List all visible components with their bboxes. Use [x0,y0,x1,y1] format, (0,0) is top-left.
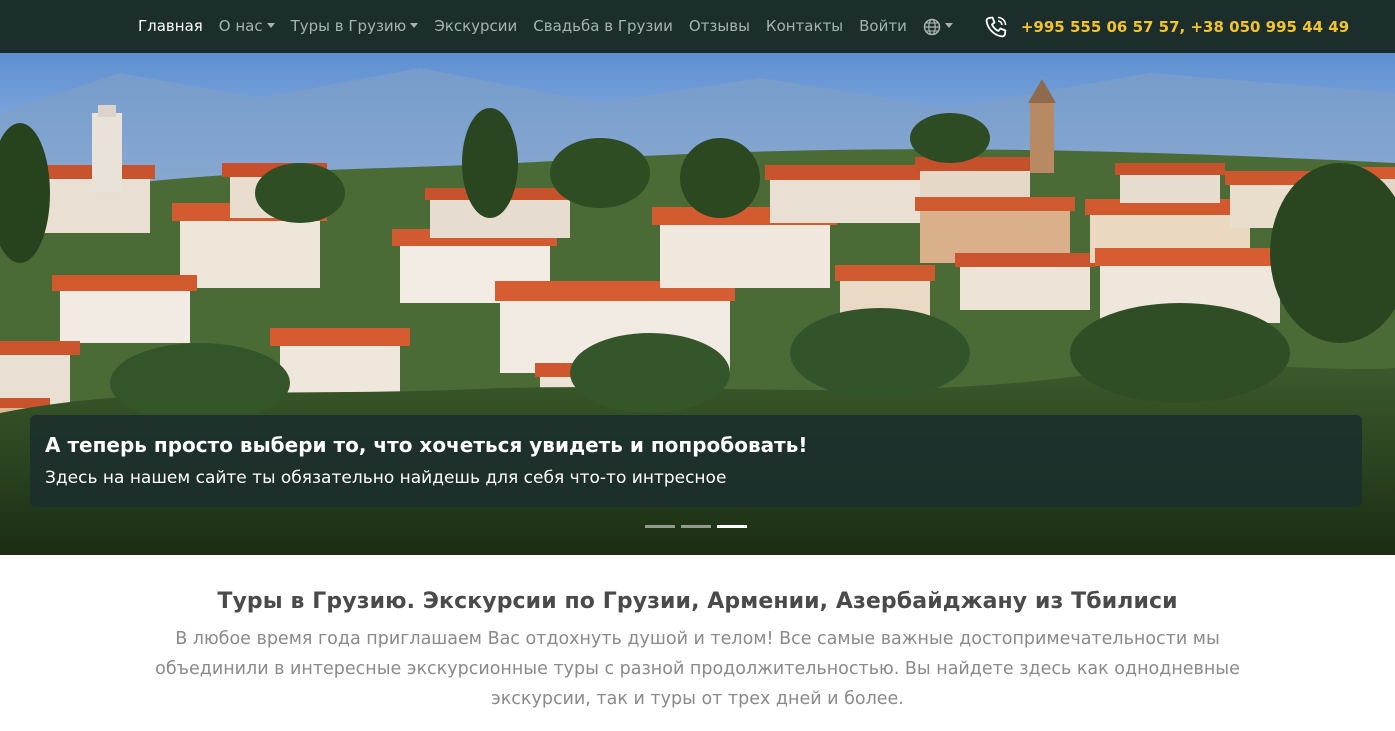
caret-down-icon [944,23,953,28]
globe-icon [923,18,941,35]
nav-item-label: О нас [218,17,263,35]
phone-numbers[interactable]: +995 555 06 57 57, +38 050 995 44 49 [1021,18,1349,36]
nav-item-contacts[interactable]: Контакты [758,0,851,53]
hero-carousel[interactable]: А теперь просто выбери то, что хочеться … [0,53,1395,555]
carousel-indicator-2[interactable] [681,525,711,528]
nav-item-label: Экскурсии [434,17,518,35]
page-title: Туры в Грузию. Экскурсии по Грузии, Арме… [217,589,1178,614]
carousel-indicator-3[interactable] [717,525,747,528]
nav-item-reviews[interactable]: Отзывы [681,0,758,53]
carousel-caption-subtitle: Здесь на нашем сайте ты обязательно найд… [45,468,727,488]
nav-item-label: Контакты [765,17,844,35]
nav-item-home[interactable]: Главная [130,0,211,53]
top-navbar: Главная О нас Туры в Грузию Экскурсии Св… [0,0,1395,53]
nav-item-excursions[interactable]: Экскурсии [426,0,525,53]
nav-item-about[interactable]: О нас [211,0,283,53]
nav-menu: Главная О нас Туры в Грузию Экскурсии Св… [130,0,1349,53]
nav-item-label: Туры в Грузию [290,17,407,35]
nav-item-wedding[interactable]: Свадьба в Грузии [525,0,681,53]
phone-contact[interactable]: +995 555 06 57 57, +38 050 995 44 49 [983,14,1349,40]
carousel-caption: А теперь просто выбери то, что хочеться … [30,415,1362,507]
caret-down-icon [266,23,275,28]
nav-item-login[interactable]: Войти [851,0,915,53]
nav-item-label: Войти [859,17,907,35]
intro-section: Туры в Грузию. Экскурсии по Грузии, Арме… [0,555,1395,714]
language-dropdown[interactable] [915,18,961,36]
nav-item-label: Главная [138,17,203,35]
nav-item-tours-georgia[interactable]: Туры в Грузию [283,0,427,53]
intro-text: В любое время года приглашаем Вас отдохн… [155,629,1240,709]
phone-icon [983,14,1009,40]
nav-item-label: Отзывы [688,17,750,35]
nav-item-label: Свадьба в Грузии [533,17,673,35]
carousel-indicators [645,525,753,528]
carousel-indicator-1[interactable] [645,525,675,528]
caret-down-icon [410,23,419,28]
carousel-caption-title: А теперь просто выбери то, что хочеться … [45,433,808,457]
